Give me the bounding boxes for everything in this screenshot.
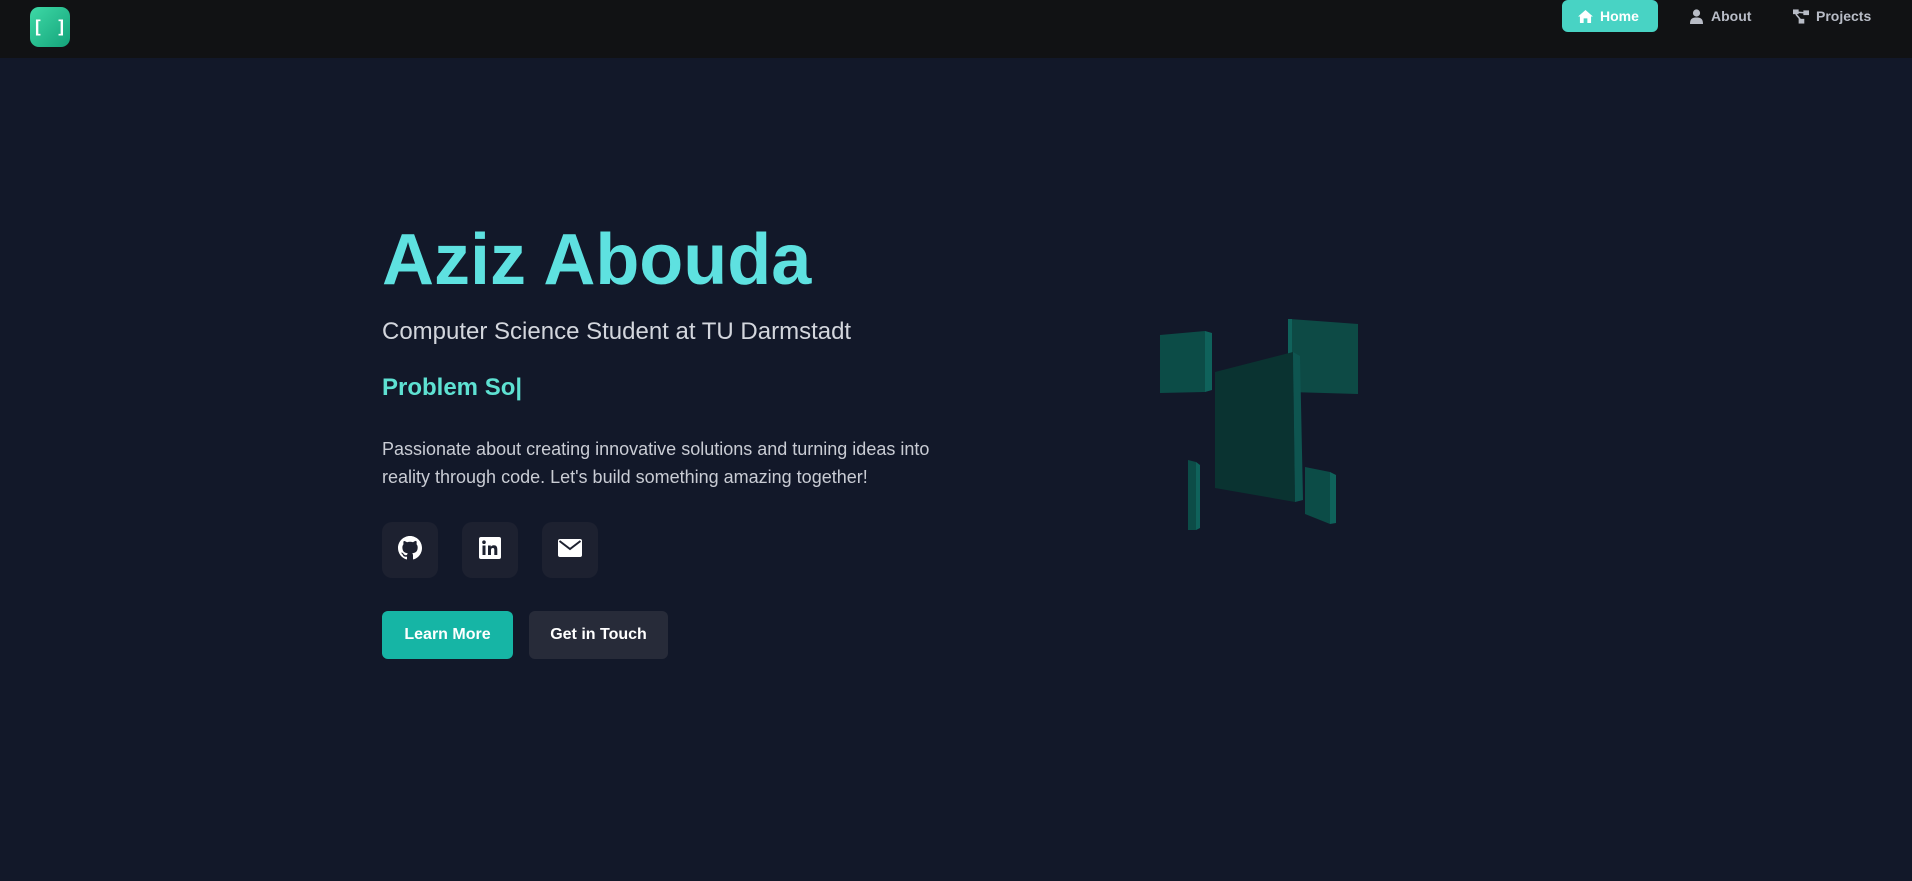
navbar: [ ] Home About Projects	[0, 0, 1912, 58]
typing-text: Problem So|	[382, 374, 523, 401]
cube-block	[1215, 352, 1295, 502]
nav-projects[interactable]: Projects	[1793, 0, 1893, 32]
3d-cubes-graphic	[1160, 319, 1358, 530]
cube-block	[1160, 331, 1205, 393]
linkedin-icon	[479, 536, 501, 564]
linkedin-link[interactable]	[462, 522, 518, 578]
cube-block	[1330, 472, 1336, 524]
github-link[interactable]	[382, 522, 438, 578]
cube-block	[1196, 462, 1200, 530]
cube-block	[1305, 467, 1330, 524]
hero-name: Aziz Abouda	[382, 220, 812, 300]
project-diagram-icon	[1793, 8, 1809, 24]
nav-about[interactable]: About	[1688, 0, 1770, 32]
nav-home-label: Home	[1600, 8, 1639, 24]
email-icon	[558, 538, 582, 562]
cube-block	[1205, 331, 1212, 392]
email-link[interactable]	[542, 522, 598, 578]
hero-description: Passionate about creating innovative sol…	[382, 439, 930, 487]
learn-more-button[interactable]: Learn More	[382, 611, 513, 659]
get-in-touch-button[interactable]: Get in Touch	[529, 611, 668, 659]
hero-subtitle: Computer Science Student at TU Darmstadt	[382, 318, 852, 345]
github-icon	[398, 535, 422, 565]
nav-projects-label: Projects	[1816, 8, 1872, 24]
nav-about-label: About	[1711, 8, 1752, 24]
user-icon	[1688, 8, 1704, 24]
cube-block	[1188, 460, 1196, 530]
logo[interactable]: [ ]	[30, 7, 70, 47]
home-icon	[1577, 8, 1593, 24]
nav-home[interactable]: Home	[1562, 0, 1658, 32]
